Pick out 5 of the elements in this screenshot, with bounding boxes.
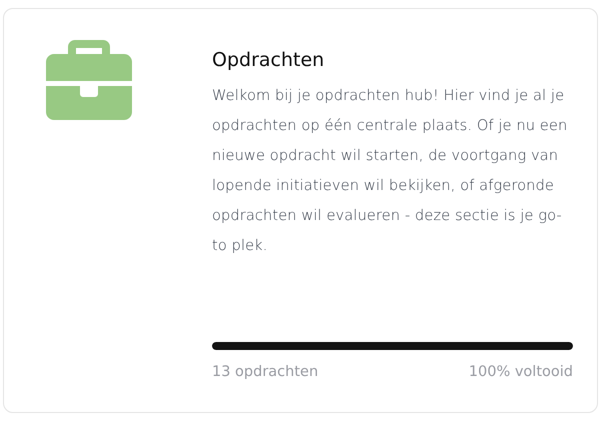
assignment-count: 13 opdrachten [212,364,318,380]
card-title: Opdrachten [212,49,326,71]
briefcase-icon [46,40,132,120]
completion-percentage: 100% voltooid [468,364,573,380]
card-description: Welkom bij je opdrachten hub! Hier vind je al je opdrachten op één centrale plaats. Of je nu een nieuwe opdracht wil starten, de voortgang van lopende initiatieven wil bekijken, of afgeronde opdrachten wil evalueren - deze sectie is je go-to plek. [212,86,568,256]
